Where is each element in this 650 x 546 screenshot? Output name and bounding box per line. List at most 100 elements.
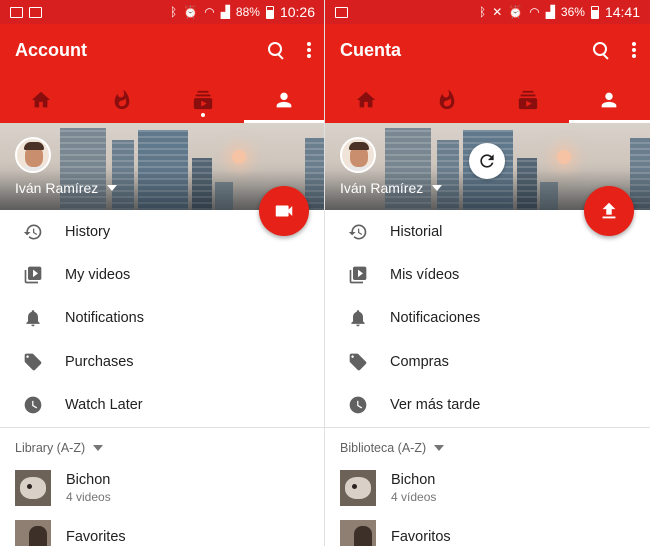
signal-icon: ▟ — [545, 5, 555, 19]
library-sort-header[interactable]: Biblioteca (A-Z) — [340, 441, 445, 455]
clock: 10:26 — [279, 4, 315, 20]
tab-subscriptions[interactable] — [488, 76, 569, 123]
account-icon — [602, 92, 617, 107]
subscriptions-icon — [193, 90, 213, 109]
menu-item-my-videos[interactable]: Mis vídeos — [325, 253, 650, 296]
menu-item-purchases[interactable]: Purchases — [0, 340, 325, 383]
notifications-icon — [26, 310, 40, 327]
status-bar: ᛒ ⏰ ◠ ▟ 88% 10:26 — [0, 0, 325, 24]
watch-later-clock-icon — [24, 396, 42, 414]
search-icon[interactable] — [592, 41, 610, 59]
account-switcher[interactable]: Iván Ramírez — [15, 180, 118, 196]
account-icon — [277, 92, 292, 107]
dropdown-arrow-icon — [432, 185, 443, 191]
notifications-icon — [351, 310, 365, 327]
playlist-thumbnail — [340, 470, 376, 506]
tab-subscriptions[interactable] — [163, 76, 244, 123]
battery-icon — [265, 5, 274, 19]
phone-screen-english: ᛒ ⏰ ◠ ▟ 88% 10:26 Account Iván Ramírez H… — [0, 0, 325, 546]
refresh-button[interactable] — [469, 143, 505, 179]
user-name: Iván Ramírez — [340, 180, 424, 196]
tab-bar — [0, 76, 325, 123]
playlist-item[interactable]: Favorites — [15, 517, 315, 546]
mute-icon: ✕ — [492, 5, 503, 19]
tab-home[interactable] — [325, 76, 406, 123]
upload-icon — [602, 202, 616, 219]
app-bar: Account — [0, 24, 325, 76]
account-switcher[interactable]: Iván Ramírez — [340, 180, 443, 196]
my-videos-icon — [349, 266, 367, 284]
playlist-title: Favoritos — [391, 529, 451, 545]
signal-icon: ▟ — [220, 5, 230, 19]
library-sort-header[interactable]: Library (A-Z) — [15, 441, 104, 455]
dropdown-arrow-icon — [434, 445, 445, 451]
page-title: Account — [15, 39, 87, 60]
battery-icon — [590, 5, 599, 19]
phone-screen-spanish: ᛒ ✕ ⏰ ◠ ▟ 36% 14:41 Cuenta Iván Ramírez … — [325, 0, 650, 546]
history-icon — [23, 224, 42, 240]
upload-button[interactable] — [584, 186, 634, 236]
tab-home[interactable] — [0, 76, 81, 123]
bluetooth-icon: ᛒ — [170, 5, 178, 19]
screenshot-pair: ᛒ ⏰ ◠ ▟ 88% 10:26 Account Iván Ramírez H… — [0, 0, 650, 546]
account-menu: Historial Mis vídeos Notificaciones Comp… — [325, 210, 650, 427]
tab-trending[interactable] — [81, 76, 162, 123]
sun — [232, 150, 246, 164]
menu-item-purchases[interactable]: Compras — [325, 340, 650, 383]
dropdown-arrow-icon — [107, 185, 118, 191]
watch-later-clock-icon — [349, 396, 367, 414]
tab-account[interactable] — [568, 76, 650, 123]
account-menu: History My videos Notifications Purchase… — [0, 210, 325, 427]
playlist-title: Bichon — [391, 472, 436, 488]
playlist-thumbnail — [15, 520, 51, 546]
menu-item-notifications[interactable]: Notifications — [0, 297, 325, 340]
divider — [0, 427, 325, 428]
history-icon — [348, 224, 367, 240]
refresh-icon — [480, 154, 494, 168]
playlist-item[interactable]: Bichon 4 vídeos — [340, 467, 640, 509]
tab-trending[interactable] — [406, 76, 487, 123]
page-title: Cuenta — [340, 39, 402, 60]
menu-item-watch-later[interactable]: Ver más tarde — [325, 384, 650, 427]
user-name: Iván Ramírez — [15, 180, 99, 196]
subscriptions-icon — [518, 90, 538, 109]
playlist-count: 4 vídeos — [391, 490, 437, 504]
more-vert-icon[interactable] — [632, 42, 636, 58]
playlist-thumbnail — [15, 470, 51, 506]
playlist-count: 4 videos — [66, 490, 111, 504]
mail-notification-icon — [335, 6, 348, 18]
gallery-notification-icon — [10, 6, 23, 18]
menu-item-my-videos[interactable]: My videos — [0, 253, 325, 296]
more-vert-icon[interactable] — [307, 42, 311, 58]
upload-video-button[interactable] — [259, 186, 309, 236]
playlist-thumbnail — [340, 520, 376, 546]
search-icon[interactable] — [267, 41, 285, 59]
clock: 14:41 — [604, 4, 640, 20]
menu-item-watch-later[interactable]: Watch Later — [0, 384, 325, 427]
tab-bar — [325, 76, 650, 123]
playlist-item[interactable]: Favoritos — [340, 517, 640, 546]
avatar[interactable] — [15, 137, 51, 173]
my-videos-icon — [24, 266, 42, 284]
trending-icon — [114, 89, 130, 109]
video-camera-icon — [275, 205, 293, 217]
tab-account[interactable] — [243, 76, 325, 123]
avatar[interactable] — [340, 137, 376, 173]
alarm-icon: ⏰ — [508, 5, 524, 19]
dropdown-arrow-icon — [93, 445, 104, 451]
wifi-icon: ◠ — [204, 5, 215, 19]
purchases-tag-icon — [349, 353, 367, 371]
briefcase-notification-icon — [29, 6, 42, 18]
trending-icon — [439, 89, 455, 109]
status-bar: ᛒ ✕ ⏰ ◠ ▟ 36% 14:41 — [325, 0, 650, 24]
battery-percent: 36% — [560, 5, 585, 19]
playlist-item[interactable]: Bichon 4 videos — [15, 467, 315, 509]
battery-percent: 88% — [235, 5, 260, 19]
wifi-icon: ◠ — [529, 5, 540, 19]
menu-item-notifications[interactable]: Notificaciones — [325, 297, 650, 340]
app-bar: Cuenta — [325, 24, 650, 76]
panel-divider — [324, 0, 325, 546]
playlist-title: Bichon — [66, 472, 111, 488]
home-icon — [31, 91, 50, 107]
bluetooth-icon: ᛒ — [478, 5, 487, 19]
